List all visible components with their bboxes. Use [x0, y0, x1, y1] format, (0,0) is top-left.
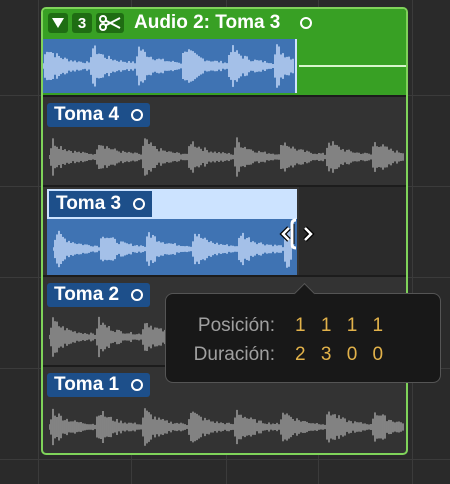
- take-count-badge[interactable]: 3: [72, 13, 92, 33]
- take-label[interactable]: Toma 4: [47, 103, 151, 127]
- triangle-down-icon[interactable]: [48, 13, 68, 33]
- take-lane[interactable]: Toma 4: [43, 95, 406, 185]
- take-waveform: [49, 137, 404, 177]
- trim-help-tag: Posición: 1 1 1 1 Duración: 2 3 0 0: [165, 282, 441, 383]
- empty-region-line: [299, 65, 406, 67]
- take-folder-menu-icon[interactable]: [300, 17, 313, 29]
- scissors-icon[interactable]: [96, 13, 124, 33]
- grid-line: [38, 0, 39, 484]
- take-menu-icon[interactable]: [131, 109, 144, 121]
- take-lane-selected[interactable]: Toma 3: [43, 185, 406, 275]
- take-label[interactable]: Toma 3: [49, 191, 153, 217]
- take-label[interactable]: Toma 1: [47, 373, 151, 397]
- take-folder[interactable]: 3 Audio 2: Toma 3 Toma 4 Toma 3 Toma 2 T…: [41, 7, 408, 455]
- comp-waveform: [43, 39, 297, 93]
- position-label: Posición:: [197, 315, 275, 336]
- take-waveform: [49, 408, 404, 446]
- take-name: Toma 3: [56, 193, 122, 214]
- take-folder-title: Audio 2: Toma 3: [134, 12, 281, 33]
- take-name: Toma 4: [54, 104, 120, 125]
- take-name: Toma 2: [54, 284, 120, 305]
- duration-value: 2 3 0 0: [295, 344, 389, 365]
- take-name: Toma 1: [54, 374, 120, 395]
- take-label[interactable]: Toma 2: [47, 283, 151, 307]
- take-menu-icon[interactable]: [133, 198, 146, 210]
- take-waveform: [53, 230, 292, 268]
- grid-line: [412, 0, 413, 484]
- resize-cursor-icon: [279, 218, 315, 250]
- take-menu-icon[interactable]: [131, 379, 144, 391]
- grid-line: [0, 459, 450, 460]
- position-value: 1 1 1 1: [295, 315, 389, 336]
- duration-label: Duración:: [193, 344, 275, 365]
- take-folder-header[interactable]: 3 Audio 2: Toma 3: [43, 9, 406, 95]
- take-menu-icon[interactable]: [131, 289, 144, 301]
- selected-take-region[interactable]: Toma 3: [47, 189, 297, 275]
